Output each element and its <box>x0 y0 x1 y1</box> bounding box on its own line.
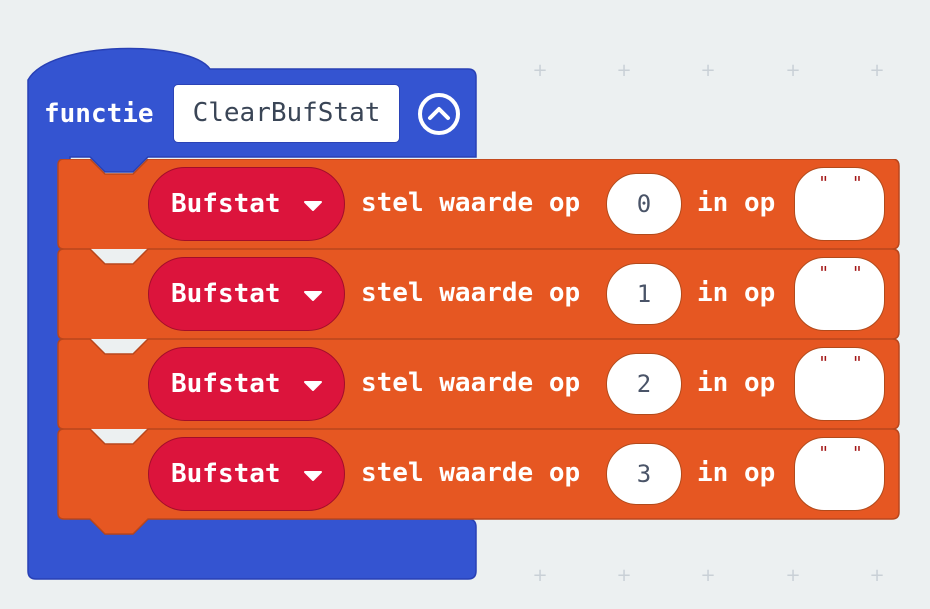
set-array-value-block[interactable]: Bufstat stel waarde op 2 in op " " <box>0 339 930 429</box>
text-value-input[interactable]: " " <box>794 347 885 421</box>
text-value-input[interactable]: " " <box>794 437 885 511</box>
caret-down-icon <box>304 381 322 391</box>
set-value-label: stel waarde op <box>361 188 581 218</box>
variable-dropdown[interactable]: Bufstat <box>148 347 345 421</box>
empty-string-quotes: " " <box>818 353 869 374</box>
index-input[interactable]: 3 <box>606 443 682 505</box>
caret-down-icon <box>304 291 322 301</box>
set-value-label: stel waarde op <box>361 278 581 308</box>
variable-dropdown[interactable]: Bufstat <box>148 167 345 241</box>
variable-name: Bufstat <box>171 459 281 489</box>
in-label: in op <box>697 188 776 218</box>
set-value-label: stel waarde op <box>361 458 581 488</box>
collapse-button[interactable] <box>416 91 462 137</box>
empty-string-quotes: " " <box>818 263 869 284</box>
function-name-field[interactable]: ClearBufStat <box>173 84 400 143</box>
caret-down-icon <box>304 201 322 211</box>
index-input[interactable]: 0 <box>606 173 682 235</box>
variable-name: Bufstat <box>171 189 281 219</box>
empty-string-quotes: " " <box>818 443 869 464</box>
text-value-input[interactable]: " " <box>794 167 885 241</box>
variable-name: Bufstat <box>171 279 281 309</box>
variable-dropdown[interactable]: Bufstat <box>148 437 345 511</box>
set-array-value-block[interactable]: Bufstat stel waarde op 3 in op " " <box>0 429 930 535</box>
set-array-value-block[interactable]: Bufstat stel waarde op 1 in op " " <box>0 249 930 339</box>
chevron-up-circle-icon <box>418 93 460 135</box>
text-value-input[interactable]: " " <box>794 257 885 331</box>
in-label: in op <box>697 368 776 398</box>
in-label: in op <box>697 458 776 488</box>
function-keyword: functie <box>44 99 154 129</box>
index-input[interactable]: 2 <box>606 353 682 415</box>
blocks-workspace[interactable]: + + + + + + + + + + functie ClearBufStat… <box>0 0 930 609</box>
set-value-label: stel waarde op <box>361 368 581 398</box>
empty-string-quotes: " " <box>818 173 869 194</box>
variable-name: Bufstat <box>171 369 281 399</box>
variable-dropdown[interactable]: Bufstat <box>148 257 345 331</box>
function-definition-block[interactable]: functie ClearBufStat Bufstat stel waarde… <box>0 0 930 609</box>
index-input[interactable]: 1 <box>606 263 682 325</box>
in-label: in op <box>697 278 776 308</box>
set-array-value-block[interactable]: Bufstat stel waarde op 0 in op " " <box>0 159 930 249</box>
caret-down-icon <box>304 471 322 481</box>
